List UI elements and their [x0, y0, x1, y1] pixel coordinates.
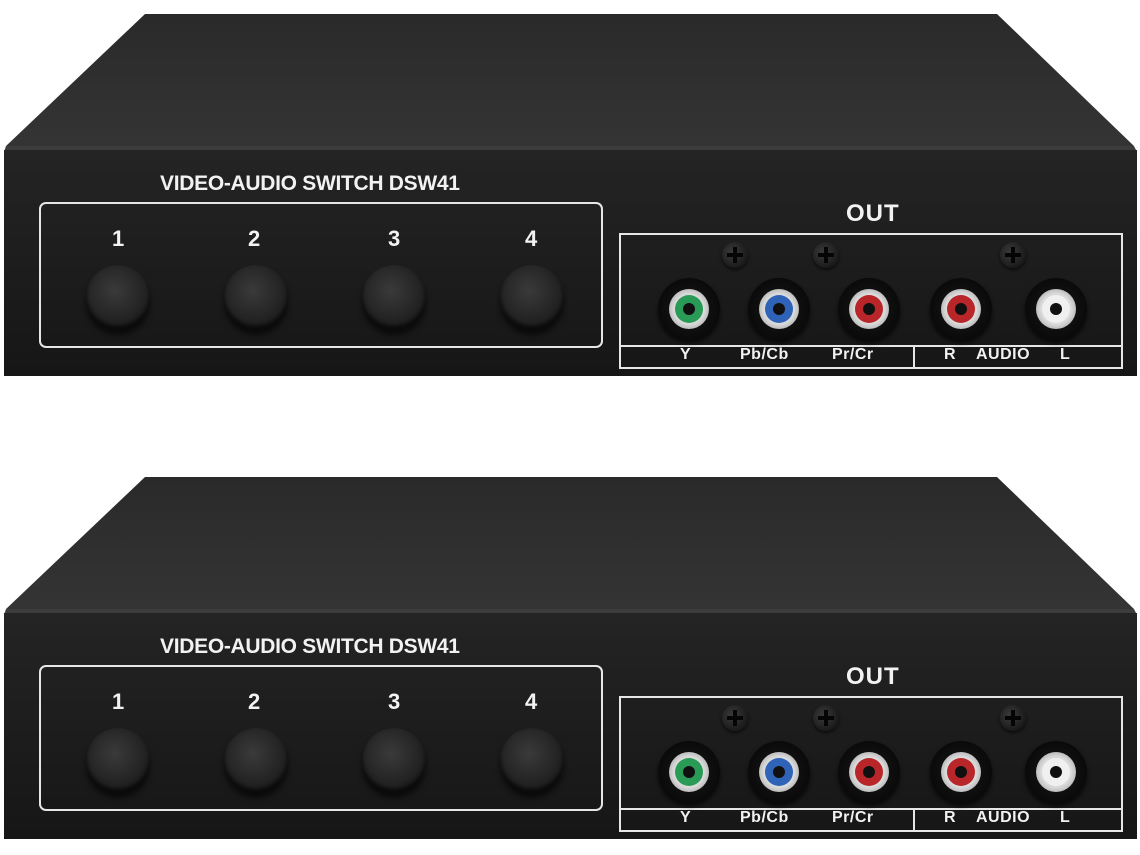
port-label-r: R [944, 346, 957, 363]
input-1-button[interactable] [86, 265, 150, 329]
input-2-button[interactable] [224, 265, 288, 329]
port-label-r: R [944, 809, 957, 826]
port-label-y: Y [680, 346, 692, 363]
screw-icon [813, 242, 839, 268]
rca-jack-audio-l[interactable] [1025, 741, 1087, 803]
output-section-label: OUT [846, 663, 900, 690]
input-1-label: 1 [112, 689, 125, 714]
screw-icon [722, 242, 748, 268]
input-3-label: 3 [388, 689, 401, 714]
rca-jack-pr-cr[interactable] [838, 741, 900, 803]
model-label: VIDEO-AUDIO SWITCH DSW41 [160, 635, 460, 658]
input-1-label: 1 [112, 226, 125, 251]
input-3-button[interactable] [362, 265, 426, 329]
model-label: VIDEO-AUDIO SWITCH DSW41 [160, 172, 460, 195]
rca-jack-audio-r[interactable] [930, 278, 992, 340]
output-section-label: OUT [846, 200, 900, 227]
switch-unit: VIDEO-AUDIO SWITCH DSW41 1 2 3 4 OUT Y P… [0, 0, 1140, 380]
port-label-pb-cb: Pb/Cb [740, 346, 789, 363]
input-4-button[interactable] [500, 728, 564, 792]
rca-jack-audio-r[interactable] [930, 741, 992, 803]
audio-label: AUDIO [976, 809, 1031, 826]
input-4-label: 4 [525, 226, 538, 251]
port-label-y: Y [680, 809, 692, 826]
input-3-button[interactable] [362, 728, 426, 792]
port-label-l: L [1060, 809, 1071, 826]
input-2-button[interactable] [224, 728, 288, 792]
input-4-label: 4 [525, 689, 538, 714]
input-1-button[interactable] [86, 728, 150, 792]
port-label-pr-cr: Pr/Cr [832, 809, 874, 826]
input-3-label: 3 [388, 226, 401, 251]
rca-jack-pr-cr[interactable] [838, 278, 900, 340]
audio-label: AUDIO [976, 346, 1031, 363]
screw-icon [1000, 242, 1026, 268]
rca-jack-y[interactable] [658, 278, 720, 340]
rca-jack-audio-l[interactable] [1025, 278, 1087, 340]
rca-jack-y[interactable] [658, 741, 720, 803]
rca-jack-pb-cb[interactable] [748, 278, 810, 340]
screw-icon [722, 705, 748, 731]
screw-icon [813, 705, 839, 731]
port-label-pr-cr: Pr/Cr [832, 346, 874, 363]
port-label-pb-cb: Pb/Cb [740, 809, 789, 826]
input-2-label: 2 [248, 689, 261, 714]
rca-jack-pb-cb[interactable] [748, 741, 810, 803]
input-2-label: 2 [248, 226, 261, 251]
screw-icon [1000, 705, 1026, 731]
port-label-l: L [1060, 346, 1071, 363]
switch-unit: VIDEO-AUDIO SWITCH DSW41 1 2 3 4 OUT Y P… [0, 463, 1140, 843]
input-4-button[interactable] [500, 265, 564, 329]
